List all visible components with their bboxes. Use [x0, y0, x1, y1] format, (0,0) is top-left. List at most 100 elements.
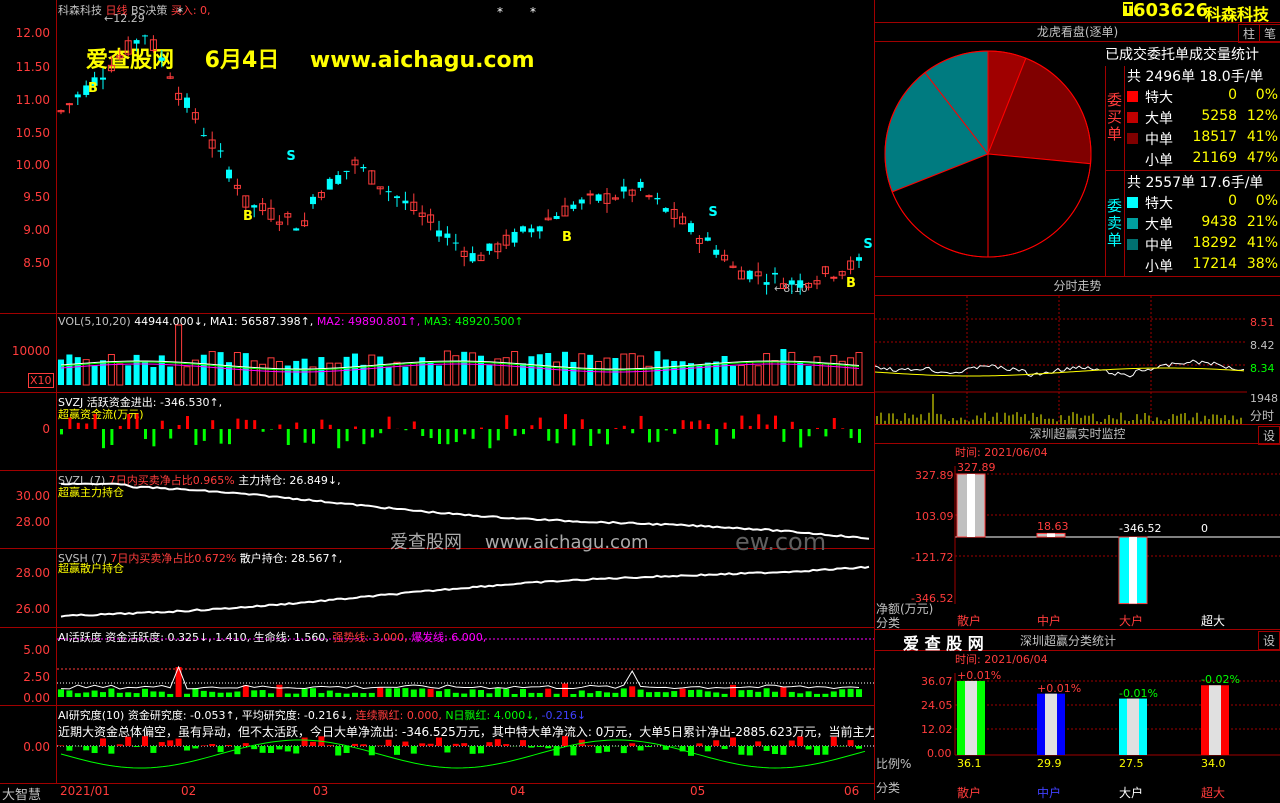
- stock-header: T 603626 科森科技: [875, 0, 1280, 23]
- fund-flow-bar: [430, 429, 433, 438]
- candle-body: [218, 150, 224, 151]
- activity-bar: [83, 692, 89, 697]
- fund-flow-bar: [547, 429, 550, 441]
- star-marker: *: [497, 5, 503, 19]
- fund-flow-bar: [631, 429, 634, 433]
- research-bar: [848, 740, 854, 746]
- volume-bar: [764, 354, 770, 385]
- research-bar: [503, 744, 509, 746]
- fund-flow-bar: [640, 416, 643, 429]
- monitor-bar-category: 中户: [1037, 612, 1061, 629]
- fund-flow-bar: [715, 429, 718, 445]
- research-bar: [302, 738, 308, 746]
- activity-bar: [419, 689, 425, 697]
- fund-flow-bar: [421, 429, 424, 436]
- volume-bar: [402, 367, 408, 385]
- activity-bar: [713, 692, 719, 697]
- star-marker: *: [530, 5, 536, 19]
- research-bar: [276, 746, 282, 749]
- research-bar: [386, 740, 392, 746]
- research-bar: [705, 746, 711, 751]
- activity-bar: [66, 690, 72, 697]
- candle-body: [444, 234, 450, 238]
- research-bar: [327, 745, 333, 746]
- fund-flow-bar: [816, 428, 819, 429]
- monitor-panel[interactable]: 时间: 2021/06/04 327.89 103.09 -121.72 -34…: [875, 444, 1280, 630]
- volume-bar: [461, 352, 467, 385]
- volume-bar: [453, 356, 459, 385]
- research-bar: [285, 746, 291, 751]
- order-size-percent: 0%: [1241, 193, 1278, 209]
- volume-bar: [209, 352, 215, 385]
- activity-bar: [764, 688, 770, 697]
- volume-bar: [100, 360, 106, 385]
- volume-bar: [596, 361, 602, 385]
- fund-flow-bar: [270, 429, 273, 430]
- center-watermark: 爱查股网 www.aichagu.com: [390, 528, 649, 554]
- volume-bar: [663, 359, 669, 385]
- research-bar: [402, 742, 408, 746]
- stock-marker: T: [1123, 2, 1133, 16]
- activity-bar: [520, 689, 526, 697]
- ai-activity-panel[interactable]: 5.00 2.50 0.00 AI活跃度 资金活跃度: 0.325↓, 1.41…: [0, 627, 874, 706]
- stats-y-label: 比例%: [876, 755, 911, 772]
- monitor-bar-value: 327.89: [957, 461, 996, 474]
- fund-flow-bar: [278, 425, 281, 429]
- fund-flow-bar: [295, 423, 298, 429]
- stats-settings-button[interactable]: 设: [1258, 631, 1280, 650]
- fund-flow-bar: [119, 426, 122, 429]
- volume-bar: [512, 352, 518, 385]
- bar-toggle-button[interactable]: 柱: [1238, 24, 1260, 43]
- research-bar: [58, 745, 64, 746]
- x-tick: 03: [313, 784, 328, 798]
- svsh-panel[interactable]: 28.00 26.00 SVSH (7) 7日内买卖净占比0.672% 散户持仓…: [0, 548, 874, 628]
- research-bar: [419, 743, 425, 746]
- fund-flow-bar: [833, 418, 836, 429]
- candle-body: [856, 257, 862, 261]
- bs-signal: B: [88, 81, 98, 96]
- research-bar: [789, 740, 795, 746]
- volume-bar: [428, 363, 434, 385]
- monitor-settings-button[interactable]: 设: [1258, 426, 1280, 445]
- candle-body: [512, 232, 518, 243]
- x-tick: 06: [844, 784, 859, 798]
- candlestick-chart: BBSBSBS***: [0, 0, 874, 313]
- buy-total: 共 2496单 18.0手/单: [1127, 66, 1263, 86]
- line-toggle-button[interactable]: 笔: [1259, 24, 1280, 43]
- svzj-bars: [0, 392, 874, 470]
- research-bar: [352, 744, 358, 746]
- research-panel[interactable]: 0.00 AI研究度(10) 资金研究度: -0.053↑, 平均研究度: -0…: [0, 705, 874, 784]
- fund-flow-bar: [413, 421, 416, 429]
- volume-bar: [537, 354, 543, 385]
- research-bar: [83, 746, 89, 750]
- research-bar: [856, 746, 862, 749]
- fund-flow-bar: [505, 415, 508, 429]
- candle-body: [344, 171, 350, 172]
- research-bar: [226, 745, 232, 746]
- pie-panel[interactable]: 已成交委托单成交量统计 委买单 委卖单 共 2496单 18.0手/单 特大00…: [875, 42, 1280, 277]
- activity-bar: [663, 692, 669, 697]
- volume-bar: [570, 362, 576, 385]
- monitor-bar-category: 大户: [1119, 612, 1143, 629]
- bs-signal: S: [863, 237, 872, 252]
- activity-bar: [285, 694, 291, 697]
- svsh-line: [0, 548, 874, 627]
- research-bar: [596, 746, 602, 753]
- research-bar: [184, 746, 190, 751]
- research-bar: [192, 746, 198, 748]
- stats-tick: 0.00: [927, 747, 952, 760]
- price-panel[interactable]: 12.00 11.50 11.00 10.50 10.00 9.50 9.00 …: [0, 0, 874, 314]
- volume-bar: [831, 356, 837, 385]
- svzj-panel[interactable]: 0 SVZJ 活跃资金进出: -346.530↑, 超赢资金流(万元): [0, 392, 874, 471]
- volume-bar: [276, 361, 282, 385]
- volume-bar: [738, 365, 744, 385]
- volume-panel[interactable]: 10000 X10 VOL(5,10,20) 44944.000↓, MA1: …: [0, 313, 874, 393]
- fund-flow-bar: [60, 429, 63, 434]
- candle-body: [75, 94, 81, 97]
- activity-bar: [159, 692, 165, 697]
- stats-panel[interactable]: 时间: 2021/06/04 36.07 24.05 12.02 0.00 比例…: [875, 651, 1280, 800]
- volume-bar: [335, 363, 341, 385]
- minute-panel[interactable]: 8.51 8.42 8.34 1948 分时: [875, 296, 1280, 425]
- fund-flow-bar: [589, 429, 592, 446]
- stats-tick: 12.02: [921, 723, 953, 736]
